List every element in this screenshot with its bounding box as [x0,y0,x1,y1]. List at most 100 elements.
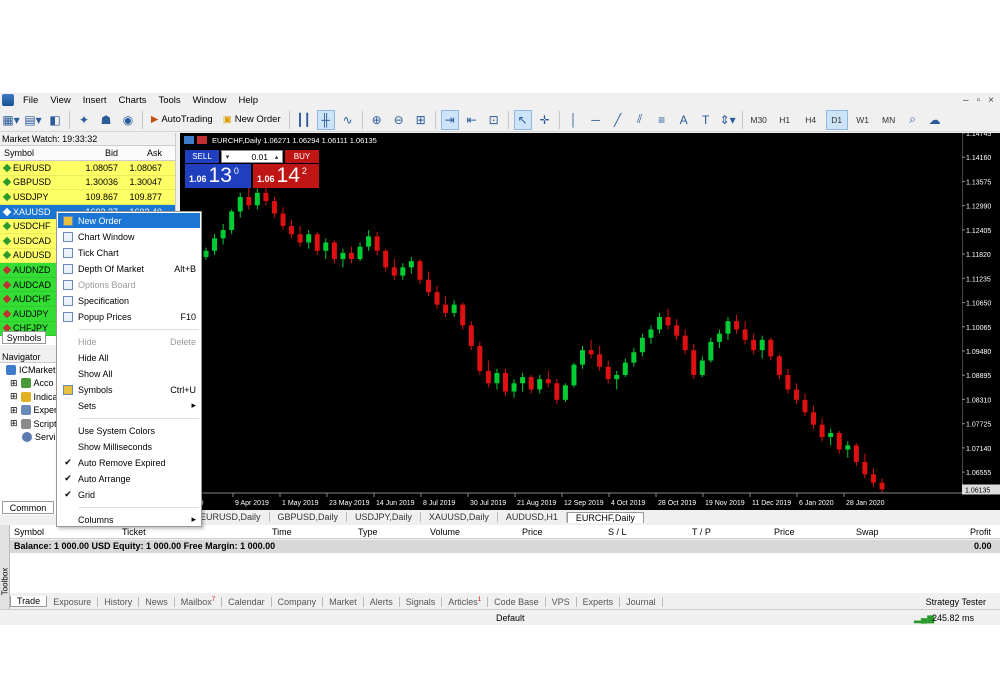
chart-shift-icon[interactable]: ⇤ [463,110,481,130]
terminal-tab[interactable]: Calendar [222,596,272,607]
restore-icon[interactable]: ▫ [977,95,981,106]
menu-item-auto-arrange[interactable]: ✔ Auto Arrange [58,471,200,486]
menu-file[interactable]: File [20,95,47,106]
bar-chart-icon[interactable]: ┃┃ [295,110,313,130]
column-symbol[interactable]: Symbol [0,148,74,158]
fibonacci-icon[interactable]: ≡ [653,110,671,130]
menu-item-hide-all[interactable]: Hide All [58,350,200,365]
menu-item-popup-prices[interactable]: Popup Prices F10 [58,309,200,324]
menu-item-grid[interactable]: ✔ Grid [58,487,200,502]
menu-item-depth-of-market[interactable]: Depth Of Market Alt+B [58,261,200,276]
col-volume[interactable]: Volume [430,527,460,537]
tab-common[interactable]: Common [2,501,54,514]
chart-tab[interactable]: AUDUSD,H1 [498,512,567,522]
tab-symbols[interactable]: Symbols [2,331,46,344]
terminal-tab[interactable]: Exposure [47,596,99,607]
timeframe-h4[interactable]: H4 [800,110,822,130]
menu-item-hide[interactable]: Hide Delete [58,334,200,349]
menu-item-symbols[interactable]: Symbols Ctrl+U [58,382,200,397]
navigator-icon[interactable]: ✦ [75,110,93,130]
lot-size-input[interactable]: ▾ 0.01 ▴ [221,150,283,163]
new-order-button[interactable]: ▣ New Order [220,110,284,130]
buy-price[interactable]: 1.06 14 2 [253,164,319,188]
strategy-tester-icon[interactable]: ◉ [119,110,137,130]
indicators-icon[interactable]: ⊡ [485,110,503,130]
market-watch-row[interactable]: GBPUSD 1.30036 1.30047 [0,175,175,191]
tile-windows-icon[interactable]: ⊞ [412,110,430,130]
menu-insert[interactable]: Insert [80,95,116,106]
close-icon[interactable]: × [988,95,994,106]
minimize-icon[interactable]: – [963,95,969,106]
terminal-tab[interactable]: History [98,596,140,607]
lot-decrease-icon[interactable]: ▾ [222,153,233,161]
col-current-price[interactable]: Price [774,527,795,537]
col-time[interactable]: Time [272,527,292,537]
channel-icon[interactable]: ⫽ [631,110,649,130]
column-bid[interactable]: Bid [74,148,122,158]
col-tp[interactable]: T / P [692,527,711,537]
crosshair-icon[interactable]: ✛ [536,110,554,130]
terminal-tab[interactable]: Alerts [364,596,400,607]
col-profit[interactable]: Profit [970,527,991,537]
arrows-tool-icon[interactable]: ⇕▾ [719,110,737,130]
terminal-tab[interactable]: Trade [10,596,48,607]
timeframe-m30[interactable]: M30 [748,110,770,130]
terminal-tab[interactable]: Signals [400,596,443,607]
line-chart-icon[interactable]: ∿ [339,110,357,130]
menu-item-new-order[interactable]: New Order [58,213,200,228]
terminal-tab[interactable]: News [139,596,175,607]
cursor-icon[interactable]: ↖ [513,109,532,130]
horizontal-line-icon[interactable]: ─ [587,110,605,130]
market-watch-icon[interactable]: ◧ [46,110,64,130]
menu-view[interactable]: View [47,95,79,106]
trend-line-icon[interactable]: ╱ [609,110,627,130]
chat-icon[interactable]: ☁ [926,110,944,130]
sell-price[interactable]: 1.06 13 0 [185,164,251,188]
timeframe-h1[interactable]: H1 [774,110,796,130]
market-watch-row[interactable]: EURUSD 1.08057 1.08067 [0,161,175,176]
menu-charts[interactable]: Charts [116,95,156,106]
auto-trading-button[interactable]: ▶ AutoTrading [148,110,216,130]
chart-tab[interactable]: EURCHF,Daily [566,511,644,523]
vertical-line-icon[interactable]: │ [565,110,583,130]
terminal-tab[interactable]: Journal [620,596,663,607]
timeframe-d1[interactable]: D1 [825,109,848,130]
market-watch-row[interactable]: USDJPY 109.867 109.877 [0,190,175,205]
chart-tab[interactable]: XAUUSD,Daily [421,512,498,522]
timeframe-w1[interactable]: W1 [852,110,874,130]
terminal-icon[interactable]: ☗ [97,110,115,130]
menu-help[interactable]: Help [235,95,267,106]
text-tool-icon[interactable]: A [675,110,693,130]
menu-item-sets[interactable]: Sets ▸ [58,398,200,413]
col-symbol[interactable]: Symbol [14,527,44,537]
terminal-tab[interactable]: Experts [577,596,621,607]
lot-increase-icon[interactable]: ▴ [271,153,282,161]
chart-tab[interactable]: GBPUSD,Daily [270,512,348,522]
new-chart-icon[interactable]: ▦▾ [2,110,20,130]
profiles-icon[interactable]: ▤▾ [24,110,42,130]
terminal-tab[interactable]: Mailbox7 [175,596,223,607]
terminal-tab[interactable]: Code Base [488,596,546,607]
search-icon[interactable]: ⌕ [904,110,922,130]
chart-tab[interactable]: USDJPY,Daily [347,512,421,522]
menu-item-chart-window[interactable]: Chart Window [58,229,200,244]
toolbox-strip[interactable]: Toolbox [0,525,10,609]
terminal-tab[interactable]: Market [323,596,364,607]
menu-item-tick-chart[interactable]: Tick Chart [58,245,200,260]
col-price[interactable]: Price [522,527,543,537]
terminal-tab[interactable]: VPS [546,596,577,607]
menu-item-specification[interactable]: Specification [58,293,200,308]
menu-item-auto-remove-expired[interactable]: ✔ Auto Remove Expired [58,455,200,470]
candlestick-icon[interactable]: ╫ [316,109,335,130]
auto-scroll-icon[interactable]: ⇥ [440,109,459,130]
zoom-in-icon[interactable]: ⊕ [368,110,386,130]
terminal-tab[interactable]: Articles1 [442,596,489,607]
column-ask[interactable]: Ask [122,148,166,158]
menu-tools[interactable]: Tools [155,95,189,106]
timeframe-mn[interactable]: MN [878,110,900,130]
terminal-tab[interactable]: Company [272,596,324,607]
label-tool-icon[interactable]: T [697,110,715,130]
col-sl[interactable]: S / L [608,527,627,537]
zoom-out-icon[interactable]: ⊖ [390,110,408,130]
menu-window[interactable]: Window [190,95,236,106]
